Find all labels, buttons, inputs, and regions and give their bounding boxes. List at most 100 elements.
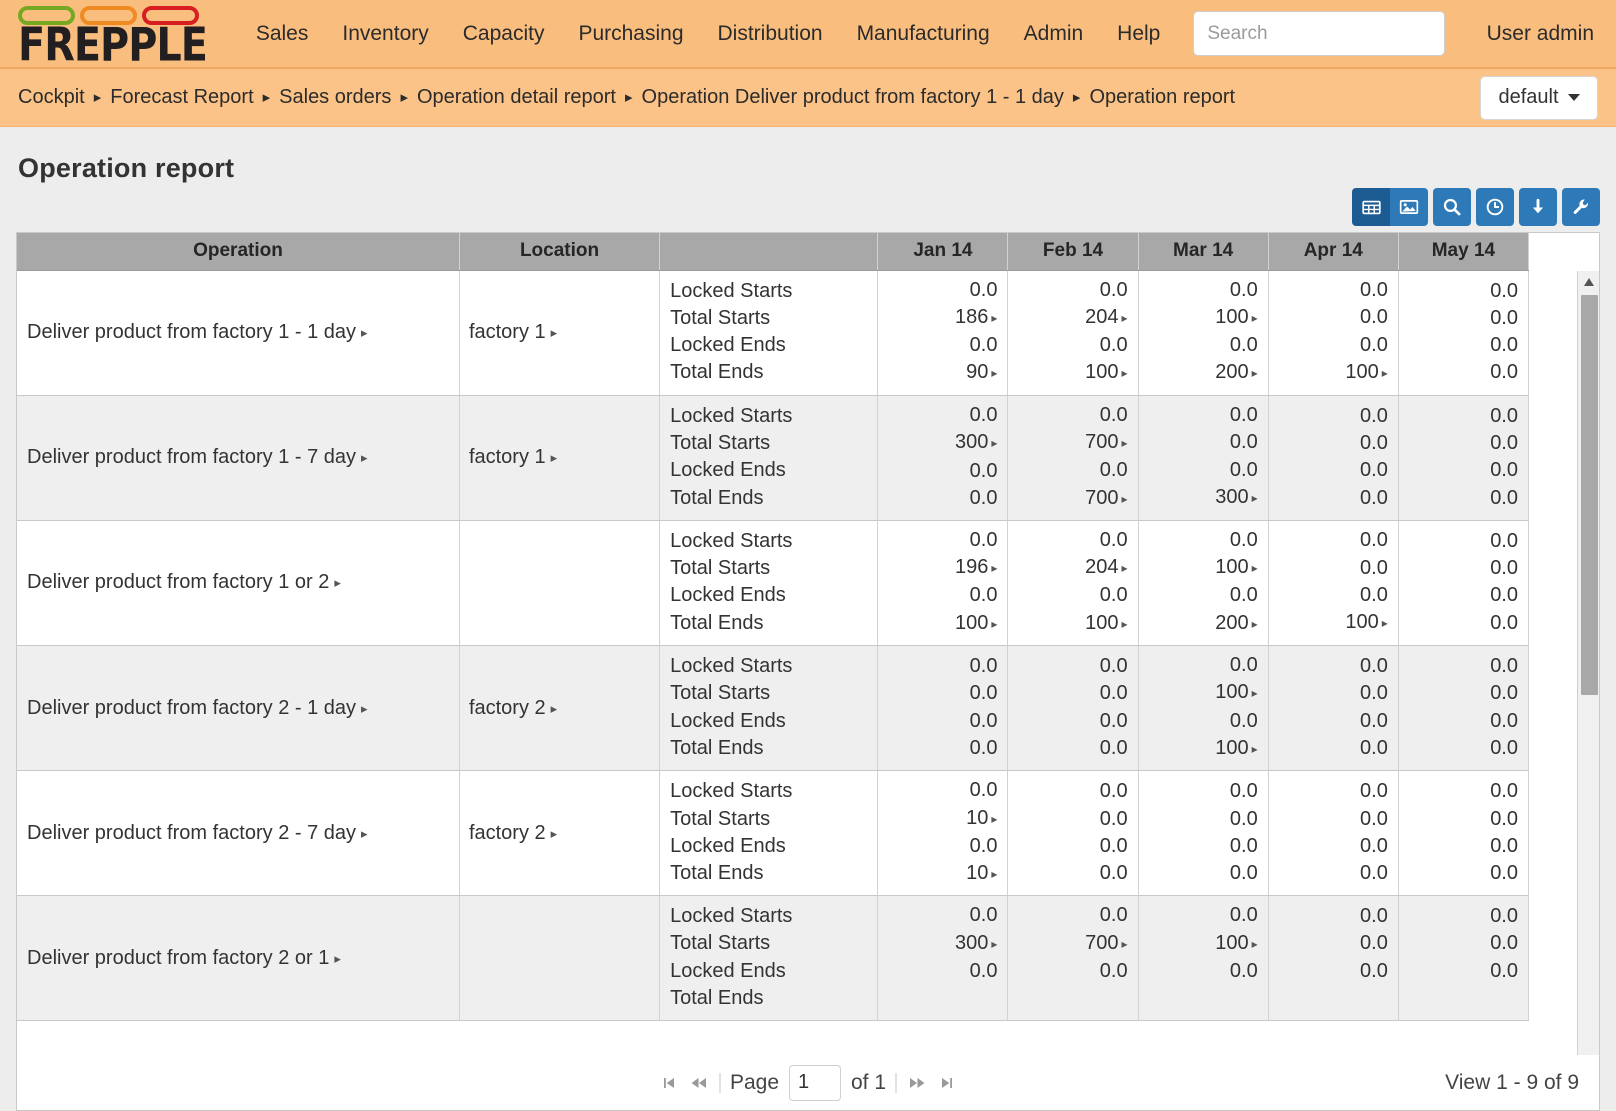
drill-down-icon[interactable]: ▸: [1122, 366, 1128, 380]
logo-wordmark: FREPPLE: [18, 26, 207, 65]
drill-down-icon[interactable]: ▸: [1122, 311, 1128, 325]
user-menu[interactable]: User admin: [1487, 22, 1594, 46]
frepple-logo[interactable]: FREPPLE: [18, 6, 213, 61]
drill-down-icon[interactable]: ▸: [991, 366, 997, 380]
drill-down-icon[interactable]: ▸: [1122, 937, 1128, 951]
drill-down-icon[interactable]: ▸: [1122, 436, 1128, 450]
first-page-button[interactable]: [654, 1068, 684, 1098]
location-label: factory 2: [469, 822, 546, 844]
settings-button[interactable]: [1562, 188, 1600, 226]
drill-down-icon[interactable]: ▸: [1122, 617, 1128, 631]
breadcrumb-item-operation-detail-report[interactable]: Operation detail report: [417, 86, 616, 109]
drill-down-icon[interactable]: ▸: [551, 450, 558, 465]
column-header-may-14[interactable]: May 14: [1398, 233, 1528, 270]
breadcrumb-item-operation-deliver-product[interactable]: Operation Deliver product from factory 1…: [642, 86, 1064, 109]
drill-down-icon[interactable]: ▸: [991, 812, 997, 826]
graph-view-button[interactable]: [1390, 188, 1428, 226]
previous-page-button[interactable]: [684, 1068, 714, 1098]
value-text: 100: [955, 612, 988, 634]
value-text: 100: [1085, 612, 1118, 634]
value-cell: 0.0: [878, 332, 997, 359]
value-cell: 0.0: [1008, 582, 1127, 609]
drill-down-icon[interactable]: ▸: [991, 436, 997, 450]
drill-down-icon[interactable]: ▸: [991, 311, 997, 325]
value-cell: 0.0: [1139, 806, 1258, 833]
history-button[interactable]: [1476, 188, 1514, 226]
drill-down-icon[interactable]: ▸: [551, 826, 558, 841]
value-cell: 0.0: [1139, 527, 1258, 554]
drill-down-icon[interactable]: ▸: [1252, 937, 1258, 951]
nav-link-distribution[interactable]: Distribution: [701, 14, 840, 54]
drill-down-icon[interactable]: ▸: [1122, 492, 1128, 506]
drill-down-icon[interactable]: ▸: [1252, 617, 1258, 631]
drill-down-icon[interactable]: ▸: [551, 701, 558, 716]
drill-down-icon[interactable]: ▸: [334, 951, 341, 966]
drill-down-icon[interactable]: ▸: [991, 937, 997, 951]
cell-bucket-values: 0.00.00.0100▸: [1268, 270, 1398, 395]
drill-down-icon[interactable]: ▸: [551, 325, 558, 340]
grid-pager: Page of 1 View 1 - 9 of 9: [16, 1055, 1600, 1111]
value-list: 0.0300▸0.0: [878, 896, 1007, 1019]
value-cell: 100▸: [1139, 930, 1258, 958]
scroll-up-icon[interactable]: [1578, 271, 1599, 293]
value-list: 0.00.00.0: [1399, 897, 1528, 1019]
vertical-scroll-thumb[interactable]: [1581, 295, 1598, 695]
filter-button[interactable]: [1433, 188, 1471, 226]
value-cell: 0.0: [1269, 582, 1388, 609]
value-cell: 100▸: [1139, 679, 1258, 707]
nav-link-capacity[interactable]: Capacity: [446, 14, 562, 54]
export-button[interactable]: [1519, 188, 1557, 226]
next-page-button[interactable]: [902, 1068, 932, 1098]
value-cell: 0.0: [1269, 778, 1388, 805]
column-header-operation[interactable]: Operation: [17, 233, 459, 270]
drill-down-icon[interactable]: ▸: [1252, 686, 1258, 700]
value-cell: 0.0: [1008, 902, 1127, 929]
drill-down-icon[interactable]: ▸: [361, 325, 368, 340]
default-view-dropdown[interactable]: default: [1480, 76, 1598, 120]
drill-down-icon[interactable]: ▸: [991, 617, 997, 631]
last-page-button[interactable]: [932, 1068, 962, 1098]
drill-down-icon[interactable]: ▸: [1382, 616, 1388, 630]
value-cell: 100▸: [1139, 304, 1258, 332]
cell-location: factory 2 ▸: [459, 771, 659, 896]
drill-down-icon[interactable]: ▸: [991, 561, 997, 575]
breadcrumb-item-sales-orders[interactable]: Sales orders: [279, 86, 391, 109]
drill-down-icon[interactable]: ▸: [1252, 742, 1258, 756]
drill-down-icon[interactable]: ▸: [1252, 311, 1258, 325]
search-input[interactable]: [1193, 11, 1445, 56]
drill-down-icon[interactable]: ▸: [1252, 366, 1258, 380]
nav-link-manufacturing[interactable]: Manufacturing: [840, 14, 1007, 54]
drill-down-icon[interactable]: ▸: [361, 701, 368, 716]
cell-bucket-values: 0.00.00.00.0: [1268, 771, 1398, 896]
breadcrumb-item-cockpit[interactable]: Cockpit: [18, 86, 85, 109]
drill-down-icon[interactable]: ▸: [334, 575, 341, 590]
value-cell: 300▸: [878, 930, 997, 958]
table-view-button[interactable]: [1352, 188, 1390, 226]
report-toolbar: [1352, 188, 1600, 226]
drill-down-icon[interactable]: ▸: [1382, 366, 1388, 380]
nav-link-admin[interactable]: Admin: [1007, 14, 1101, 54]
drill-down-icon[interactable]: ▸: [361, 450, 368, 465]
measure-label: Locked Ends: [670, 332, 877, 359]
nav-link-purchasing[interactable]: Purchasing: [561, 14, 700, 54]
drill-down-icon[interactable]: ▸: [1252, 491, 1258, 505]
nav-link-inventory[interactable]: Inventory: [325, 14, 445, 54]
column-header-feb-14[interactable]: Feb 14: [1008, 233, 1138, 270]
breadcrumb-item-forecast-report[interactable]: Forecast Report: [110, 86, 253, 109]
column-header-jan-14[interactable]: Jan 14: [878, 233, 1008, 270]
breadcrumb-item-operation-report[interactable]: Operation report: [1089, 86, 1235, 109]
nav-link-help[interactable]: Help: [1100, 14, 1177, 54]
vertical-scrollbar[interactable]: [1577, 271, 1599, 1086]
drill-down-icon[interactable]: ▸: [1252, 561, 1258, 575]
drill-down-icon[interactable]: ▸: [361, 826, 368, 841]
drill-down-icon[interactable]: ▸: [1122, 561, 1128, 575]
column-header-mar-14[interactable]: Mar 14: [1138, 233, 1268, 270]
value-cell: 0.0: [1269, 430, 1388, 457]
value-cell: 100▸: [878, 610, 997, 638]
column-header-apr-14[interactable]: Apr 14: [1268, 233, 1398, 270]
breadcrumb-separator-icon: ▸: [400, 90, 408, 105]
column-header-location[interactable]: Location: [459, 233, 659, 270]
page-number-input[interactable]: [789, 1065, 841, 1101]
nav-link-sales[interactable]: Sales: [239, 14, 326, 54]
drill-down-icon[interactable]: ▸: [991, 867, 997, 881]
